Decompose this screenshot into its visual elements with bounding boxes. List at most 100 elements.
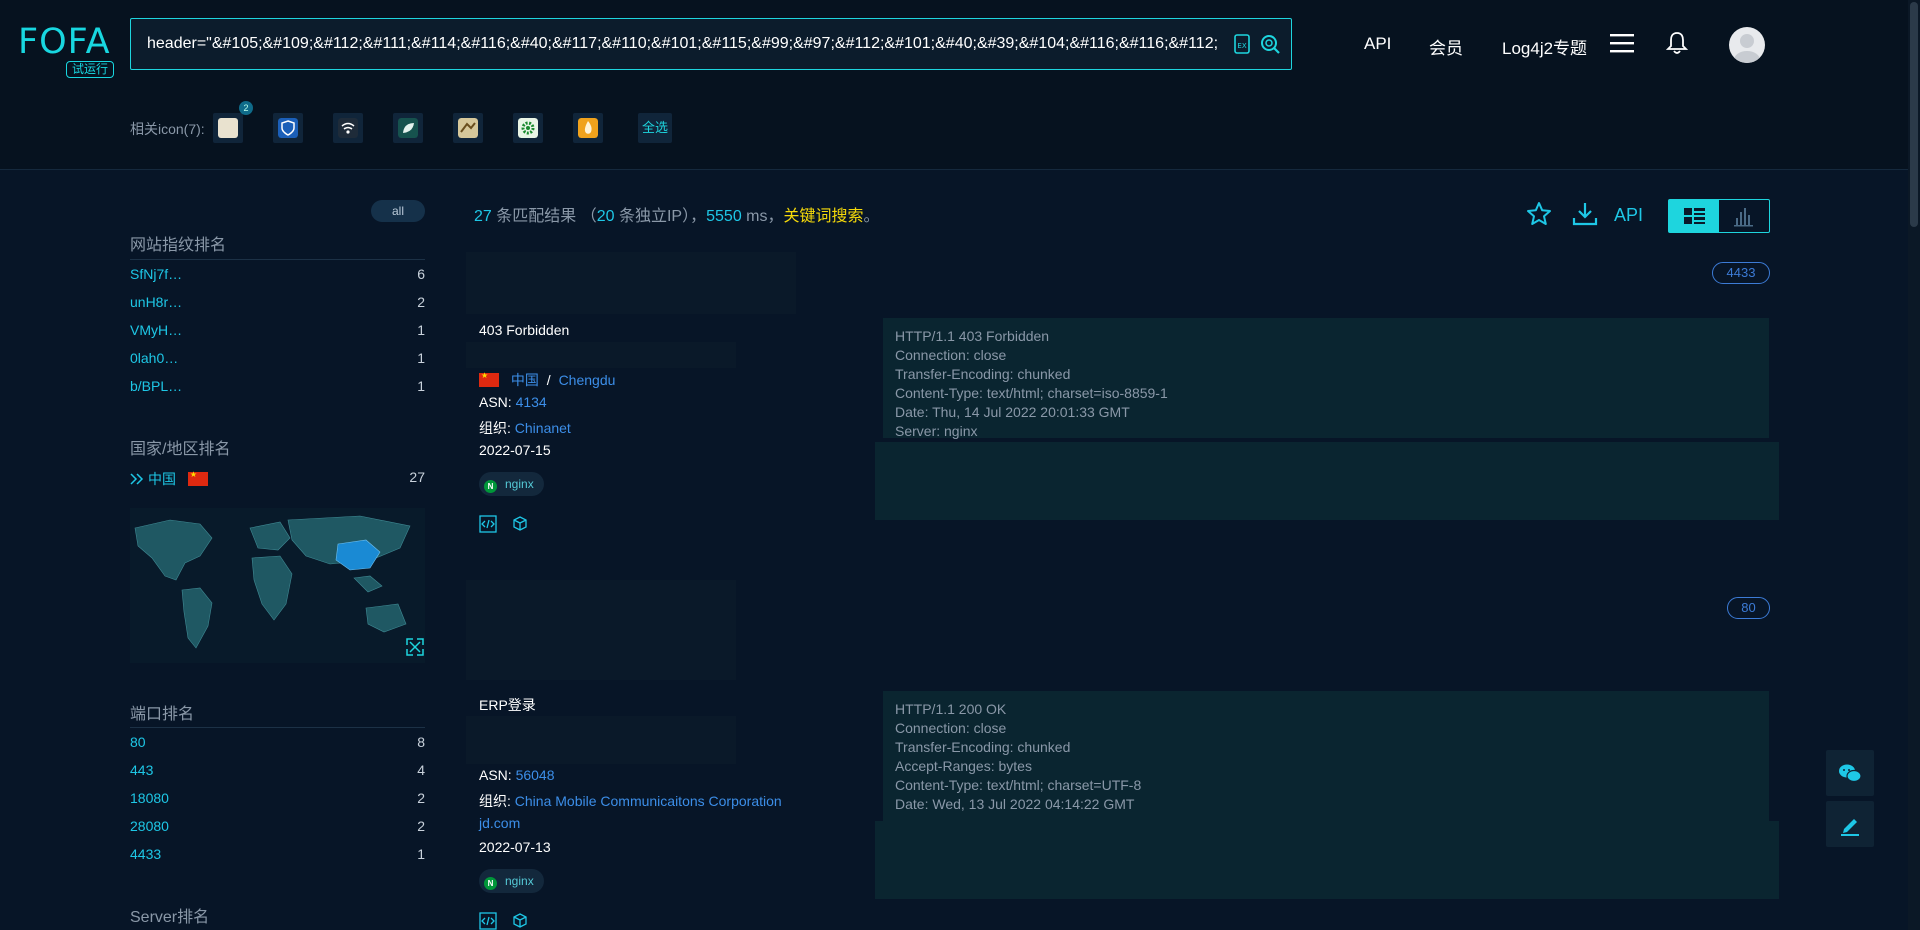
result-summary: 27 条匹配结果 （20 条独立IP），5550 ms，关键词搜索。 [474, 202, 880, 226]
fingerprint-name[interactable]: b/BPL… [130, 378, 182, 394]
redacted-ip [466, 716, 736, 764]
port-item[interactable]: 28080 2 [130, 818, 425, 834]
port-item[interactable]: 80 8 [130, 734, 425, 750]
org-link[interactable]: Chinanet [515, 420, 571, 436]
keyword-search-link[interactable]: 关键词搜索 [784, 208, 864, 225]
result-org: 组织: China Mobile Communicaitons Corporat… [479, 791, 782, 811]
svg-text:EX: EX [1237, 42, 1246, 50]
fofa-logo[interactable]: FOFA 试运行 [18, 22, 118, 78]
related-icon-shield[interactable] [273, 113, 303, 143]
redacted-host [466, 580, 736, 680]
favorite-star-icon[interactable] [1525, 200, 1553, 228]
result-domain-link[interactable]: jd.com [479, 815, 520, 831]
feedback-button[interactable] [1826, 801, 1874, 847]
fingerprint-item[interactable]: VMyH… 1 [130, 322, 425, 338]
fingerprint-item[interactable]: unH8r… 2 [130, 294, 425, 310]
port-name[interactable]: 18080 [130, 790, 169, 806]
tag-label[interactable]: nginx [505, 477, 534, 491]
fingerprint-item[interactable]: b/BPL… 1 [130, 378, 425, 394]
fingerprint-name[interactable]: 0lah0… [130, 350, 178, 366]
world-map[interactable] [130, 508, 425, 663]
search-input[interactable]: header="&#105;&#109;&#112;&#111;&#114;&#… [130, 18, 1292, 70]
related-icon-pmsa[interactable] [213, 113, 243, 143]
leaf-app-icon [398, 118, 418, 138]
fingerprint-name[interactable]: unH8r… [130, 294, 182, 310]
asn-label: ASN: [479, 394, 512, 410]
china-flag-icon [187, 470, 208, 486]
related-icon-fire[interactable] [573, 113, 603, 143]
related-icon-bar: 相关icon(7): [0, 88, 1920, 170]
all-filter-button[interactable]: all [371, 200, 425, 222]
port-name[interactable]: 4433 [130, 846, 161, 862]
shield-app-icon [278, 118, 298, 138]
port-name[interactable]: 80 [130, 734, 146, 750]
nav-member[interactable]: 会员 [1429, 34, 1463, 59]
api-button[interactable]: API [1614, 205, 1643, 226]
search-query[interactable]: header="&#105;&#109;&#112;&#111;&#114;&#… [147, 35, 1217, 53]
country-item[interactable]: 中国 27 [130, 469, 425, 489]
view-code-icon[interactable] [479, 515, 497, 533]
result-asn: ASN: 56048 [479, 767, 555, 783]
notification-bell-icon[interactable] [1666, 31, 1688, 55]
query-time-label: ms， [746, 208, 784, 225]
port-count: 8 [417, 734, 425, 750]
org-label: 组织: [479, 793, 511, 809]
fingerprint-count: 2 [417, 294, 425, 310]
port-item[interactable]: 443 4 [130, 762, 425, 778]
asn-link[interactable]: 56048 [516, 767, 555, 783]
related-icon-gear[interactable] [513, 113, 543, 143]
city-link[interactable]: Chengdu [559, 372, 616, 388]
ip-count: 20 [596, 208, 615, 225]
port-badge[interactable]: 80 [1727, 597, 1770, 619]
asn-link[interactable]: 4134 [516, 394, 547, 410]
port-count: 2 [417, 790, 425, 806]
nginx-tag[interactable]: Nnginx [479, 472, 544, 496]
cube-icon[interactable] [511, 912, 529, 930]
fire-app-icon [578, 118, 598, 138]
fingerprint-item[interactable]: 0lah0… 1 [130, 350, 425, 366]
port-badge[interactable]: 4433 [1712, 262, 1770, 284]
port-name[interactable]: 443 [130, 762, 153, 778]
port-count: 2 [417, 818, 425, 834]
port-item[interactable]: 18080 2 [130, 790, 425, 806]
related-icon-router[interactable] [333, 113, 363, 143]
port-rank-title: 端口排名 [130, 706, 195, 723]
ip-count-label: 条独立IP） [618, 208, 691, 225]
result-count-label: 条匹配结果 [496, 208, 577, 225]
nav-api[interactable]: API [1364, 34, 1391, 54]
country-link[interactable]: 中国 [511, 372, 539, 388]
scrollbar-thumb[interactable] [1910, 2, 1918, 227]
period: 。 [863, 208, 880, 225]
nginx-tag[interactable]: Nnginx [479, 869, 544, 893]
org-link[interactable]: China Mobile Communicaitons Corporation [515, 793, 782, 809]
port-name[interactable]: 28080 [130, 818, 169, 834]
related-icon-count-badge: 2 [239, 101, 253, 115]
fingerprint-item[interactable]: SfNj7f… 6 [130, 266, 425, 282]
result-org: 组织: Chinanet [479, 418, 571, 438]
search-icon[interactable] [1259, 33, 1281, 55]
user-avatar[interactable] [1729, 27, 1765, 63]
menu-icon[interactable] [1610, 32, 1634, 54]
fingerprint-name[interactable]: VMyH… [130, 322, 182, 338]
divider [130, 259, 425, 260]
select-all-button[interactable]: 全选 [638, 113, 672, 143]
list-view-button[interactable] [1669, 200, 1719, 232]
tag-label[interactable]: nginx [505, 874, 534, 888]
related-icon-leaf[interactable] [393, 113, 423, 143]
fingerprint-count: 6 [417, 266, 425, 282]
download-icon[interactable] [1571, 200, 1599, 228]
stats-view-icon[interactable] [1719, 200, 1769, 232]
country-name[interactable]: 中国 [148, 471, 176, 487]
excel-export-icon[interactable]: EX [1231, 33, 1253, 55]
view-toggle[interactable] [1668, 199, 1770, 233]
wechat-button[interactable] [1826, 750, 1874, 796]
expand-chevron-icon[interactable] [130, 473, 144, 485]
cube-icon[interactable] [511, 515, 529, 533]
nav-log4j2[interactable]: Log4j2专题 [1502, 34, 1587, 59]
port-item[interactable]: 4433 1 [130, 846, 425, 862]
gear-green-icon [518, 118, 538, 138]
fingerprint-name[interactable]: SfNj7f… [130, 266, 182, 282]
related-icon-camera[interactable] [453, 113, 483, 143]
country-count: 27 [409, 469, 425, 485]
view-code-icon[interactable] [479, 912, 497, 930]
